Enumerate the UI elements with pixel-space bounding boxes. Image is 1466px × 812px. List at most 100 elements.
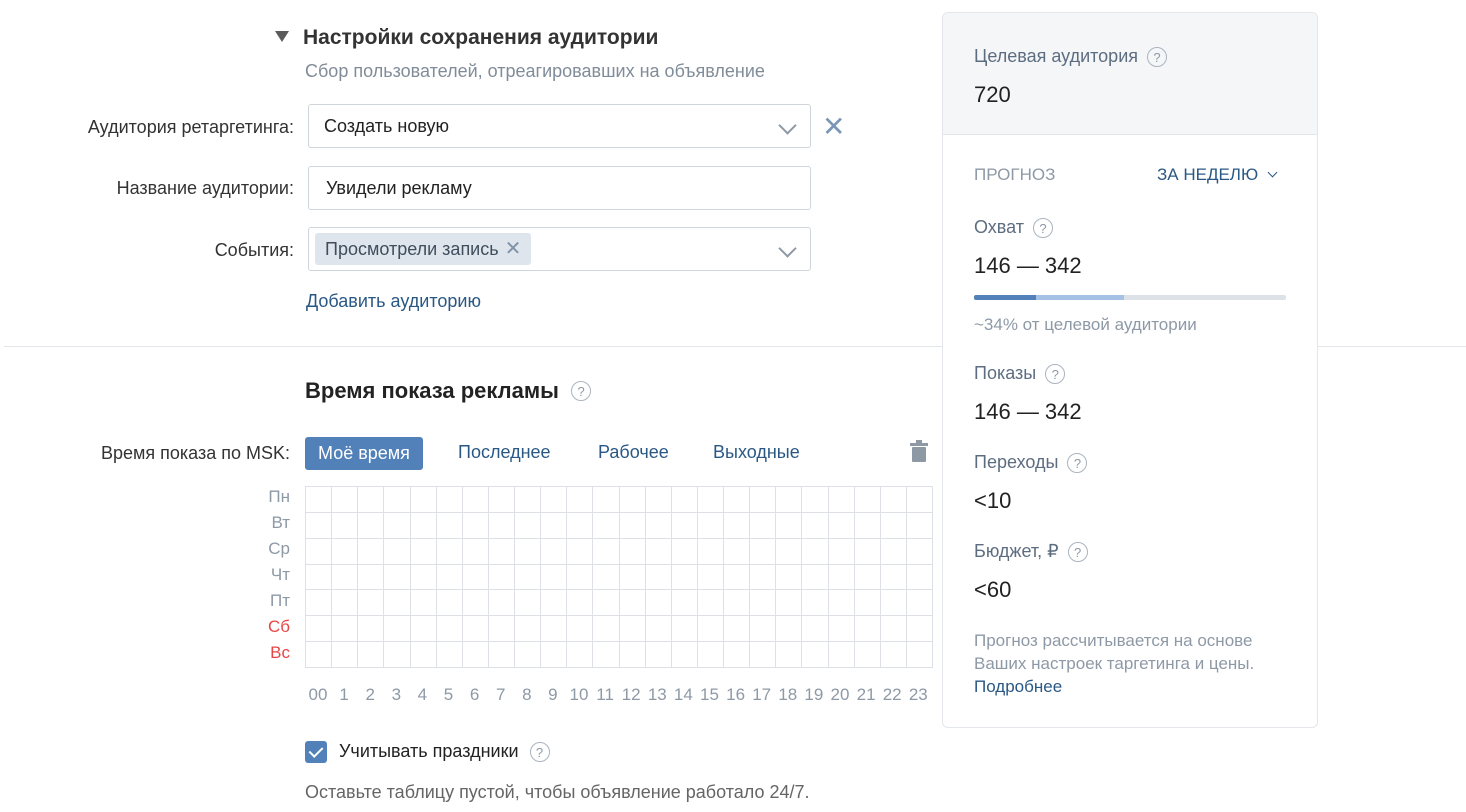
grid-cell[interactable]: [853, 563, 881, 591]
grid-cell[interactable]: [879, 563, 907, 591]
grid-cell[interactable]: [461, 511, 489, 539]
grid-cell[interactable]: [409, 589, 437, 617]
chip-remove-icon[interactable]: ✕: [505, 238, 522, 260]
grid-cell[interactable]: [644, 486, 672, 513]
grid-cell[interactable]: [853, 589, 881, 617]
grid-cell[interactable]: [331, 563, 359, 591]
grid-cell[interactable]: [749, 537, 777, 565]
grid-cell[interactable]: [513, 615, 542, 643]
grid-cell[interactable]: [670, 563, 698, 591]
grid-cell[interactable]: [853, 486, 881, 513]
grid-cell[interactable]: [644, 641, 672, 668]
grid-cell[interactable]: [749, 589, 777, 617]
grid-cell[interactable]: [540, 615, 568, 643]
hour-label[interactable]: 10: [566, 685, 592, 705]
hour-label[interactable]: 20: [827, 685, 853, 705]
grid-cell[interactable]: [592, 537, 620, 565]
grid-cell[interactable]: [775, 537, 803, 565]
day-label[interactable]: Сб: [240, 617, 290, 637]
grid-cell[interactable]: [304, 486, 333, 513]
grid-cell[interactable]: [592, 486, 620, 513]
hour-label[interactable]: 3: [383, 685, 409, 705]
retargeting-select[interactable]: Создать новую: [308, 104, 811, 148]
grid-cell[interactable]: [304, 537, 333, 565]
hour-label[interactable]: 8: [514, 685, 540, 705]
grid-cell[interactable]: [618, 563, 646, 591]
grid-cell[interactable]: [435, 486, 463, 513]
hour-label[interactable]: 17: [749, 685, 775, 705]
grid-cell[interactable]: [461, 589, 489, 617]
grid-cell[interactable]: [879, 511, 907, 539]
grid-cell[interactable]: [644, 589, 672, 617]
hour-label[interactable]: 5: [436, 685, 462, 705]
period-dropdown[interactable]: ЗА НЕДЕЛЮ: [1157, 165, 1278, 185]
grid-cell[interactable]: [513, 563, 542, 591]
hour-label[interactable]: 9: [540, 685, 566, 705]
grid-cell[interactable]: [409, 537, 437, 565]
grid-cell[interactable]: [722, 563, 751, 591]
grid-cell[interactable]: [435, 563, 463, 591]
grid-cell[interactable]: [722, 537, 751, 565]
hour-label[interactable]: 2: [357, 685, 383, 705]
grid-cell[interactable]: [304, 563, 333, 591]
grid-cell[interactable]: [540, 486, 568, 513]
hour-label[interactable]: 12: [618, 685, 644, 705]
grid-cell[interactable]: [853, 537, 881, 565]
tab-work[interactable]: Рабочее: [598, 442, 669, 463]
grid-cell[interactable]: [540, 537, 568, 565]
grid-cell[interactable]: [905, 589, 934, 617]
grid-cell[interactable]: [905, 641, 934, 668]
grid-cell[interactable]: [357, 589, 385, 617]
day-label[interactable]: Вт: [240, 513, 290, 533]
grid-cell[interactable]: [383, 615, 411, 643]
hour-label[interactable]: 15: [697, 685, 723, 705]
grid-cell[interactable]: [879, 615, 907, 643]
grid-cell[interactable]: [670, 641, 698, 668]
grid-cell[interactable]: [487, 511, 516, 539]
help-icon[interactable]: ?: [1045, 364, 1066, 384]
grid-cell[interactable]: [801, 511, 829, 539]
hour-label[interactable]: 19: [801, 685, 827, 705]
grid-cell[interactable]: [775, 511, 803, 539]
grid-cell[interactable]: [304, 511, 333, 539]
grid-cell[interactable]: [905, 537, 934, 565]
grid-cell[interactable]: [801, 589, 829, 617]
hour-label[interactable]: 16: [723, 685, 749, 705]
hour-label[interactable]: 11: [592, 685, 618, 705]
grid-cell[interactable]: [357, 563, 385, 591]
grid-cell[interactable]: [540, 589, 568, 617]
grid-cell[interactable]: [879, 589, 907, 617]
grid-cell[interactable]: [749, 563, 777, 591]
grid-cell[interactable]: [644, 537, 672, 565]
grid-cell[interactable]: [592, 563, 620, 591]
grid-cell[interactable]: [540, 511, 568, 539]
grid-cell[interactable]: [331, 511, 359, 539]
help-icon[interactable]: ?: [1067, 542, 1088, 562]
grid-cell[interactable]: [409, 511, 437, 539]
grid-cell[interactable]: [383, 486, 411, 513]
grid-cell[interactable]: [487, 589, 516, 617]
grid-cell[interactable]: [592, 615, 620, 643]
grid-cell[interactable]: [566, 641, 594, 668]
hour-label[interactable]: 6: [462, 685, 488, 705]
grid-cell[interactable]: [331, 486, 359, 513]
grid-cell[interactable]: [331, 537, 359, 565]
grid-cell[interactable]: [696, 641, 725, 668]
grid-cell[interactable]: [566, 615, 594, 643]
close-icon[interactable]: ✕: [822, 113, 845, 141]
grid-cell[interactable]: [644, 615, 672, 643]
day-label[interactable]: Пт: [240, 591, 290, 611]
grid-cell[interactable]: [801, 537, 829, 565]
events-select[interactable]: Просмотрели запись ✕: [308, 227, 811, 271]
grid-cell[interactable]: [357, 511, 385, 539]
grid-cell[interactable]: [696, 615, 725, 643]
grid-cell[interactable]: [618, 537, 646, 565]
grid-cell[interactable]: [357, 486, 385, 513]
day-label[interactable]: Чт: [240, 565, 290, 585]
more-link[interactable]: Подробнее: [974, 677, 1062, 696]
grid-cell[interactable]: [827, 511, 855, 539]
grid-cell[interactable]: [827, 537, 855, 565]
grid-cell[interactable]: [722, 641, 751, 668]
grid-cell[interactable]: [749, 486, 777, 513]
grid-cell[interactable]: [801, 615, 829, 643]
